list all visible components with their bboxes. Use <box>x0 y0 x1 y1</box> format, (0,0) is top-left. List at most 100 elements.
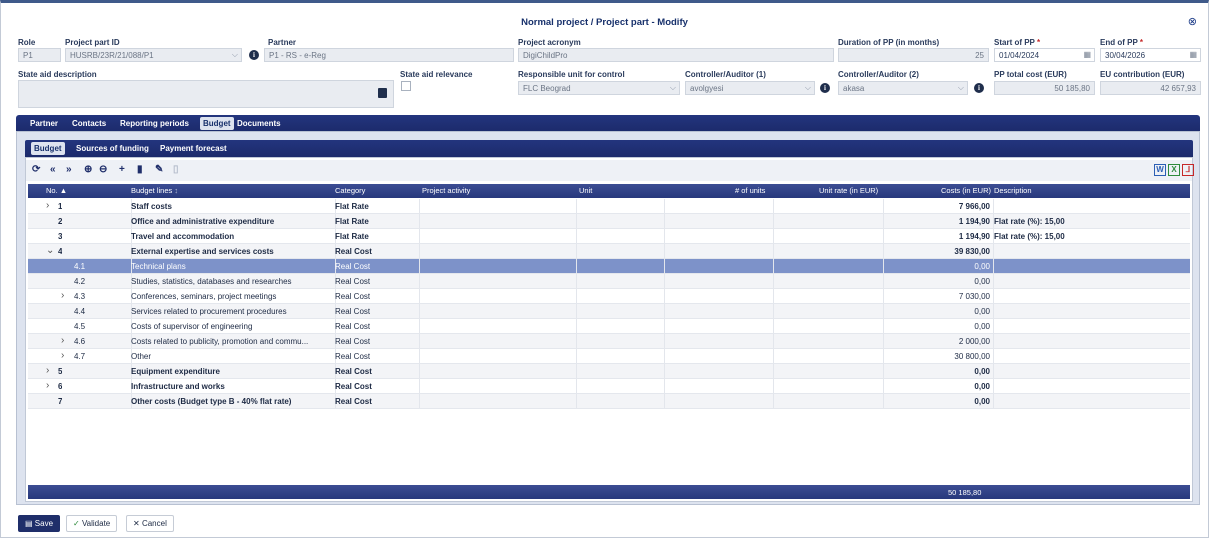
state-aid-description-field[interactable] <box>18 80 394 108</box>
collapse-all-icon[interactable]: « <box>50 164 56 175</box>
table-row[interactable]: 3 Travel and accommodation Flat Rate 1 194,… <box>28 229 1190 244</box>
col-unit-rate[interactable]: Unit rate (in EUR) <box>819 186 878 195</box>
table-row[interactable]: 4.4 Services related to procurement proce… <box>28 304 1190 319</box>
total-cost: 50 185,80 <box>948 488 982 497</box>
table-row[interactable]: › 4.6 Costs related to publicity, promotio… <box>28 334 1190 349</box>
column-divider <box>773 244 774 258</box>
col-costs[interactable]: Costs (in EUR) <box>941 186 991 195</box>
column-divider <box>576 334 577 348</box>
responsible-unit-select[interactable]: FLC Beograd ⌵ <box>518 81 680 95</box>
expand-icon[interactable]: ⌄ <box>46 245 54 256</box>
category-cell: Flat Rate <box>335 217 369 226</box>
calendar-icon[interactable]: ▦ <box>1189 50 1197 59</box>
tab-payment-forecast[interactable]: Payment forecast <box>157 142 230 155</box>
table-row[interactable]: ⌄ 4 External expertise and services costs R… <box>28 244 1190 259</box>
close-icon[interactable]: ⊗ <box>1188 15 1197 28</box>
expand-icon[interactable]: › <box>46 200 49 211</box>
category-cell: Flat Rate <box>335 202 369 211</box>
table-row[interactable]: 4.1 Technical plans Real Cost 0,00 <box>28 259 1190 274</box>
excel-export-icon[interactable]: X <box>1168 164 1180 176</box>
table-row[interactable]: 4.2 Studies, statistics, databases and re… <box>28 274 1190 289</box>
cancel-button[interactable]: ✕ Cancel <box>126 515 174 532</box>
column-divider <box>664 349 665 363</box>
pdf-export-icon[interactable]: ⅃ <box>1182 164 1194 176</box>
move-down-icon[interactable]: ⊖ <box>99 164 107 175</box>
table-row[interactable]: 4.5 Costs of supervisor of engineering Rea… <box>28 319 1190 334</box>
table-row[interactable]: 2 Office and administrative expenditure Fl… <box>28 214 1190 229</box>
expand-icon[interactable]: › <box>46 365 49 376</box>
pp-total-label: PP total cost (EUR) <box>994 70 1067 79</box>
column-divider <box>664 394 665 408</box>
tab-budget-sub[interactable]: Budget <box>31 142 65 155</box>
table-row[interactable]: › 1 Staff costs Flat Rate 7 966,00 <box>28 199 1190 214</box>
table-row[interactable]: › 4.3 Conferences, seminars, project meeti… <box>28 289 1190 304</box>
col-project-activity[interactable]: Project activity <box>422 186 470 195</box>
calendar-icon[interactable]: ▦ <box>1083 50 1091 59</box>
controller2-select[interactable]: akasa ⌵ <box>838 81 968 95</box>
column-divider <box>664 244 665 258</box>
column-divider <box>993 199 994 213</box>
expand-icon[interactable]: › <box>61 335 64 346</box>
table-row[interactable]: 7 Other costs (Budget type B - 40% flat r… <box>28 394 1190 409</box>
add-icon[interactable]: + <box>119 164 125 175</box>
expand-icon[interactable]: › <box>61 350 64 361</box>
col-description[interactable]: Description <box>994 186 1032 195</box>
validate-button[interactable]: ✓ Validate <box>66 515 118 532</box>
cost-cell: 2 000,00 <box>958 337 990 346</box>
project-part-id-select[interactable]: HUSRB/23R/21/088/P1 ⌵ <box>65 48 242 62</box>
column-divider <box>576 274 577 288</box>
edit-icon[interactable]: ✎ <box>155 164 163 175</box>
table-row[interactable]: › 6 Infrastructure and works Real Cost 0,00 <box>28 379 1190 394</box>
tab-documents[interactable]: Documents <box>234 117 284 130</box>
cost-cell: 1 194,90 <box>958 232 990 241</box>
state-aid-relevance-checkbox[interactable] <box>401 81 411 91</box>
delete-icon[interactable]: ▯ <box>173 164 179 175</box>
chevron-down-icon: ⌵ <box>231 50 238 59</box>
expand-all-icon[interactable]: » <box>66 164 72 175</box>
info-icon[interactable]: i <box>820 83 830 93</box>
info-icon[interactable]: i <box>974 83 984 93</box>
col-unit[interactable]: Unit <box>579 186 592 195</box>
info-icon[interactable]: i <box>249 50 259 60</box>
column-divider <box>576 364 577 378</box>
document-icon[interactable] <box>378 88 387 98</box>
start-date-input[interactable]: 01/04/2024 ▦ <box>994 48 1095 62</box>
table-row[interactable]: › 4.7 Other Real Cost 30 800,00 <box>28 349 1190 364</box>
column-divider <box>576 259 577 273</box>
tab-sources-of-funding[interactable]: Sources of funding <box>73 142 152 155</box>
column-divider <box>419 349 420 363</box>
tab-contacts[interactable]: Contacts <box>69 117 109 130</box>
col-no[interactable]: No. ▲ <box>46 186 67 195</box>
tab-partner[interactable]: Partner <box>27 117 61 130</box>
cost-cell: 7 966,00 <box>958 202 990 211</box>
category-cell: Real Cost <box>335 262 371 271</box>
row-number: 4.6 <box>74 337 86 346</box>
chevron-down-icon: ⌵ <box>957 83 964 92</box>
project-acronym-label: Project acronym <box>518 38 581 47</box>
col-units[interactable]: # of units <box>735 186 765 195</box>
expand-icon[interactable]: › <box>61 290 64 301</box>
column-divider <box>576 289 577 303</box>
category-cell: Flat Rate <box>335 232 369 241</box>
save-button[interactable]: ▤ Save <box>18 515 61 532</box>
end-date-input[interactable]: 30/04/2026 ▦ <box>1100 48 1201 62</box>
refresh-icon[interactable]: ⟳ <box>32 164 40 175</box>
column-divider <box>883 379 884 393</box>
modify-dialog: Normal project / Project part - Modify ⊗… <box>0 0 1209 538</box>
row-number: 2 <box>58 217 63 226</box>
move-up-icon[interactable]: ⊕ <box>84 164 92 175</box>
col-budget-lines[interactable]: Budget lines ↕ <box>131 186 178 195</box>
expand-icon[interactable]: › <box>46 380 49 391</box>
controller1-select[interactable]: avolgyesi ⌵ <box>685 81 815 95</box>
main-tab-bar: Partner Contacts Reporting periods Budge… <box>16 115 1200 132</box>
row-number: 4.4 <box>74 307 86 316</box>
column-divider <box>883 274 884 288</box>
table-row[interactable]: › 5 Equipment expenditure Real Cost 0,00 <box>28 364 1190 379</box>
sub-tab-bar: Budget Sources of funding Payment foreca… <box>25 140 1193 157</box>
col-category[interactable]: Category <box>335 186 365 195</box>
word-export-icon[interactable]: W <box>1154 164 1166 176</box>
tab-budget[interactable]: Budget <box>200 117 234 130</box>
budget-line-name: Other <box>131 352 152 361</box>
tab-reporting-periods[interactable]: Reporting periods <box>117 117 192 130</box>
document-icon[interactable]: ▮ <box>137 164 143 175</box>
